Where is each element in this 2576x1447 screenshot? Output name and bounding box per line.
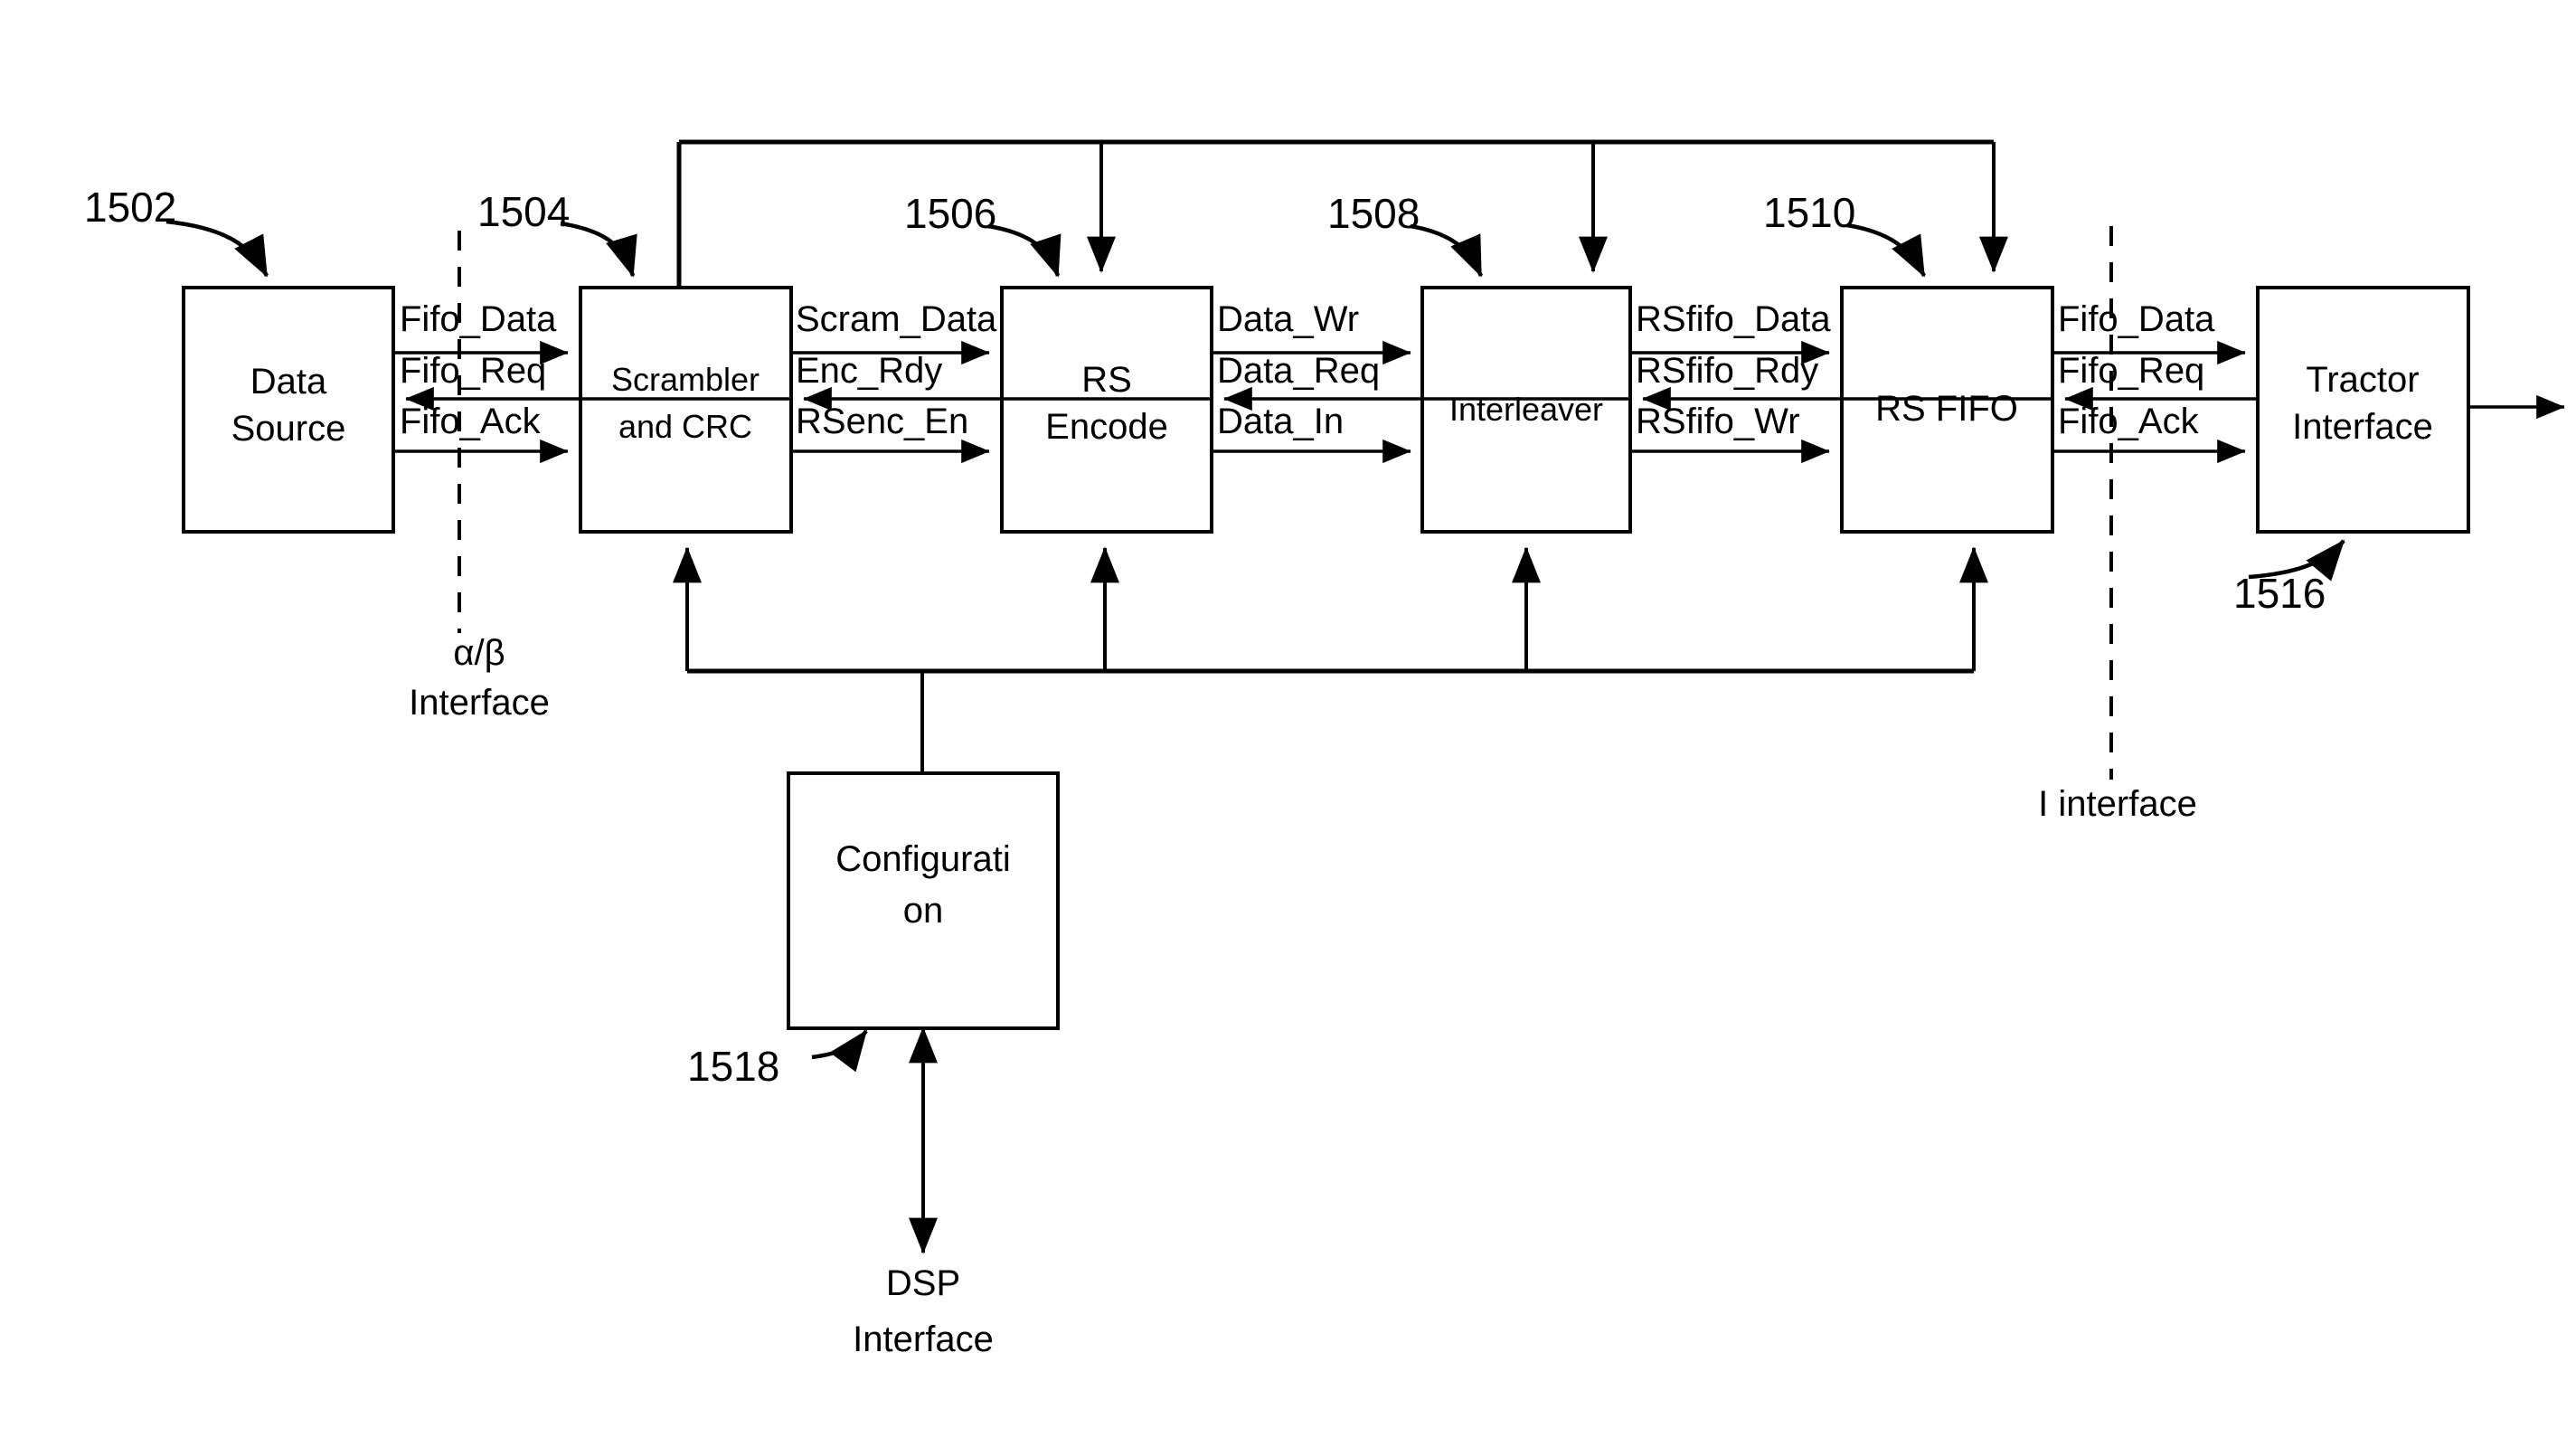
signal-label-fifo-ack-2: Fifo_Ack	[2058, 402, 2200, 441]
block-rs-fifo[interactable]: RS FIFO	[1840, 286, 2054, 534]
dsp-interface-label-line1: DSP	[886, 1263, 960, 1303]
signal-label-rsenc-en: RSenc_En	[796, 402, 968, 441]
signal-label-rsfifo-rdy: RSfifo_Rdy	[1636, 351, 1818, 391]
signal-label-data-wr: Data_Wr	[1217, 299, 1359, 339]
block-data-source[interactable]: Data Source	[182, 286, 395, 534]
block-interleaver[interactable]: Interleaver	[1420, 286, 1632, 534]
reference-numeral-1518: 1518	[687, 1043, 779, 1090]
leader-1508	[1410, 223, 1484, 278]
signal-label-fifo-req-1: Fifo_Req	[400, 351, 546, 391]
block-diagram: Data Source Scrambler and CRC RS Encode …	[84, 139, 2565, 1359]
block-label-tractor-line2: Interface	[2292, 407, 2433, 447]
figure-canvas: Data Source Scrambler and CRC RS Encode …	[0, 0, 2576, 1447]
leader-1506	[987, 223, 1062, 278]
block-label-data-source-line2: Source	[231, 409, 346, 449]
reference-numeral-1508: 1508	[1327, 190, 1420, 237]
reference-numeral-1506: 1506	[904, 190, 996, 237]
block-label-interleaver: Interleaver	[1449, 391, 1603, 428]
configuration-bus	[673, 546, 1988, 773]
block-label-scrambler-line2: and CRC	[618, 408, 752, 445]
block-label-rs-encode-line2: Encode	[1045, 407, 1168, 447]
dsp-interface-label-line2: Interface	[853, 1319, 994, 1359]
signal-label-rsfifo-data: RSfifo_Data	[1636, 299, 1831, 339]
reference-numeral-1510: 1510	[1763, 189, 1855, 236]
leader-1504	[560, 221, 637, 278]
signal-label-fifo-ack-1: Fifo_Ack	[400, 402, 542, 441]
signal-label-fifo-data-2: Fifo_Data	[2058, 299, 2215, 339]
signal-label-enc-rdy: Enc_Rdy	[796, 351, 942, 391]
block-label-configuration-line2: on	[903, 891, 944, 931]
reference-numeral-1504: 1504	[477, 188, 570, 235]
signal-label-fifo-req-2: Fifo_Req	[2058, 351, 2204, 391]
signal-label-data-in: Data_In	[1217, 402, 1344, 441]
block-tractor-interface[interactable]: Tractor Interface	[2256, 286, 2470, 534]
alpha-beta-interface-label-line2: Interface	[409, 683, 550, 723]
i-interface-label: I interface	[2038, 784, 2197, 824]
block-rs-encode[interactable]: RS Encode	[1000, 286, 1213, 534]
block-scrambler-and-crc[interactable]: Scrambler and CRC	[579, 286, 793, 534]
alpha-beta-interface-label-line1: α/β	[453, 633, 505, 673]
leader-1518	[811, 1029, 868, 1073]
block-label-rs-encode-line1: RS	[1081, 360, 1132, 400]
block-label-tractor-line1: Tractor	[2306, 360, 2419, 400]
signals-rs-fifo-tractor: Fifo_Data Fifo_Req Fifo_Ack	[2052, 299, 2258, 464]
block-label-rs-fifo: RS FIFO	[1875, 389, 2018, 429]
reference-numeral-1502: 1502	[84, 184, 176, 231]
leader-1502	[165, 219, 269, 278]
signal-label-scram-data: Scram_Data	[796, 299, 997, 339]
signal-label-data-req: Data_Req	[1217, 351, 1380, 391]
signal-label-rsfifo-wr: RSfifo_Wr	[1636, 402, 1800, 441]
block-label-data-source-line1: Data	[250, 362, 327, 402]
leader-1510	[1846, 222, 1926, 278]
reference-numeral-1516: 1516	[2233, 570, 2326, 617]
block-configuration[interactable]: Configurati on	[787, 771, 1060, 1030]
signal-label-fifo-data-1: Fifo_Data	[400, 299, 557, 339]
block-label-configuration-line1: Configurati	[835, 839, 1010, 879]
block-label-scrambler-line1: Scrambler	[611, 361, 760, 398]
